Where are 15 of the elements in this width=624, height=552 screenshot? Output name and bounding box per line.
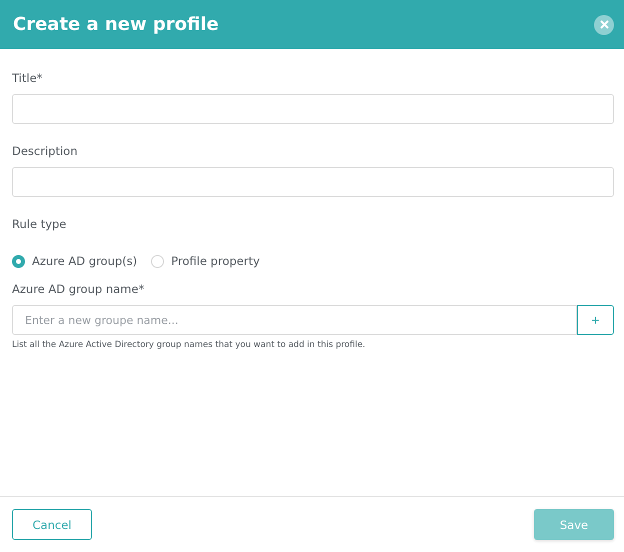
- cancel-button[interactable]: Cancel: [12, 509, 92, 540]
- close-button[interactable]: [594, 14, 614, 34]
- field-label: Rule type: [12, 217, 68, 231]
- input-field[interactable]: Enter a new groupe name...: [12, 305, 577, 335]
- input-field[interactable]: [12, 167, 614, 197]
- radio-option[interactable]: Azure AD group(s): [12, 254, 138, 268]
- field-label: Title*: [12, 71, 44, 85]
- add-button[interactable]: +: [577, 305, 614, 335]
- input-field[interactable]: [12, 94, 614, 124]
- help-text: List all the Azure Active Directory group names that you want to add in this profile.: [12, 340, 366, 350]
- radio-option[interactable]: Profile property: [151, 254, 260, 268]
- field-label: Description: [12, 144, 78, 158]
- close-icon: [600, 20, 608, 29]
- field-label: Azure AD group name*: [12, 282, 146, 296]
- dialog-title: Create a new profile: [13, 14, 219, 35]
